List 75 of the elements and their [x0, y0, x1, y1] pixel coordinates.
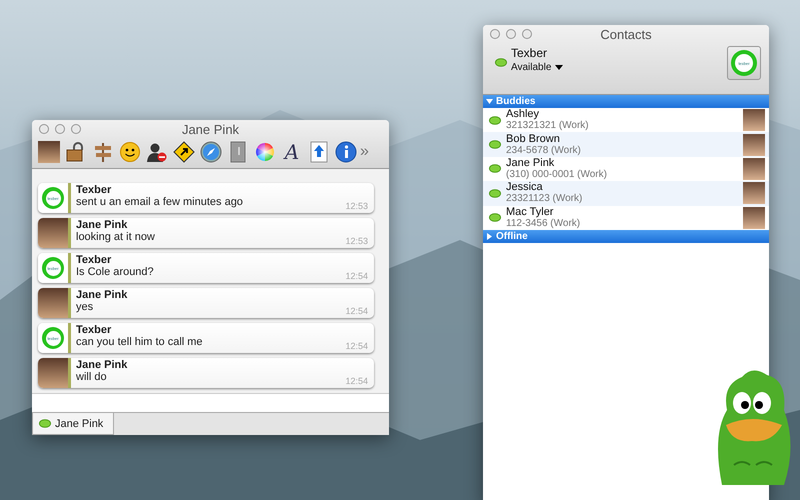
- contact-detail: 321321321 (Work): [506, 120, 590, 132]
- message-time: 12:54: [345, 341, 368, 351]
- photo-placeholder: [38, 288, 68, 318]
- zoom-button[interactable]: [71, 124, 81, 134]
- smiley-icon[interactable]: [119, 141, 141, 163]
- group-header[interactable]: Buddies: [483, 95, 769, 108]
- message-time: 12:53: [345, 201, 368, 211]
- window-title: Jane Pink: [182, 122, 240, 137]
- contact-detail: 112-3456 (Work): [506, 218, 582, 230]
- status-icon: [489, 188, 501, 198]
- contact-row[interactable]: Mac Tyler 112-3456 (Work): [483, 206, 769, 230]
- message-text: can you tell him to call me: [76, 336, 203, 348]
- contact-row[interactable]: Bob Brown 234-5678 (Work): [483, 132, 769, 157]
- contact-name: Jane Pink: [506, 156, 556, 169]
- message-text: yes: [76, 301, 94, 313]
- status-icon: [489, 116, 501, 125]
- road-sign-icon[interactable]: [173, 141, 195, 163]
- window-title: Contacts: [600, 27, 652, 42]
- message-time: 12:54: [345, 306, 368, 316]
- photo-placeholder: [38, 218, 68, 248]
- group-header[interactable]: Offline: [483, 230, 769, 243]
- status-icon: [495, 58, 507, 67]
- signpost-icon[interactable]: [92, 141, 114, 163]
- color-wheel-icon[interactable]: [254, 141, 276, 163]
- caret-icon[interactable]: [555, 65, 564, 70]
- message-time: 12:53: [345, 236, 368, 246]
- message-time: 12:54: [345, 376, 368, 386]
- photo-placeholder: [743, 134, 765, 156]
- contact-name: Bob Brown: [506, 132, 561, 145]
- minimize-button[interactable]: [506, 29, 516, 39]
- contact-row[interactable]: Jane Pink (310) 000-0001 (Work): [483, 156, 769, 182]
- contact-name: Mac Tyler: [506, 206, 554, 218]
- sender-name: Jane Pink: [76, 219, 128, 231]
- photo-placeholder: [743, 182, 765, 204]
- status-menu[interactable]: Available: [511, 62, 564, 73]
- photo-placeholder: [743, 206, 765, 229]
- chat-tab[interactable]: Jane Pink: [32, 413, 114, 435]
- status-icon: [39, 419, 51, 428]
- status-icon: [489, 140, 501, 150]
- sender-name: Texber: [76, 184, 112, 196]
- photo-placeholder: [38, 358, 68, 388]
- close-button[interactable]: [39, 124, 49, 134]
- compass-icon[interactable]: [200, 141, 222, 163]
- disclosure-triangle-icon[interactable]: [486, 232, 493, 240]
- contact-detail: 23321123 (Work): [506, 193, 584, 206]
- account-name: Texber: [511, 46, 548, 60]
- disclosure-triangle-icon[interactable]: [486, 98, 493, 105]
- person-block-icon[interactable]: [146, 141, 168, 163]
- message-time: 12:54: [345, 271, 368, 281]
- contact-row[interactable]: Jessica 23321123 (Work): [483, 181, 769, 206]
- contact-detail: (310) 000-0001 (Work): [506, 168, 608, 181]
- sender-name: Jane Pink: [76, 359, 128, 371]
- contact-detail: 234-5678 (Work): [506, 144, 582, 157]
- photo-placeholder: [743, 158, 765, 180]
- contact-row[interactable]: Ashley 321321321 (Work): [483, 108, 769, 132]
- minimize-button[interactable]: [55, 124, 65, 134]
- contact-name: Ashley: [506, 108, 540, 120]
- message-text: Is Cole around?: [76, 266, 154, 278]
- sender-name: Texber: [76, 324, 112, 336]
- info-icon[interactable]: [335, 141, 357, 163]
- photo-placeholder: [743, 109, 765, 132]
- sender-name: Jane Pink: [76, 289, 128, 301]
- contact-name: Jessica: [506, 181, 544, 194]
- sender-name: Texber: [76, 254, 112, 266]
- contact-photo[interactable]: [38, 141, 60, 163]
- message-text: will do: [76, 371, 107, 383]
- message-input[interactable]: [32, 393, 389, 413]
- status-icon: [489, 213, 501, 222]
- message-text: sent u an email a few minutes ago: [76, 196, 243, 208]
- font-button[interactable]: A: [281, 140, 303, 164]
- message-text: looking at it now: [76, 231, 155, 243]
- close-button[interactable]: [490, 29, 500, 39]
- zoom-button[interactable]: [522, 29, 532, 39]
- status-icon: [489, 164, 501, 174]
- upload-icon[interactable]: [308, 141, 330, 163]
